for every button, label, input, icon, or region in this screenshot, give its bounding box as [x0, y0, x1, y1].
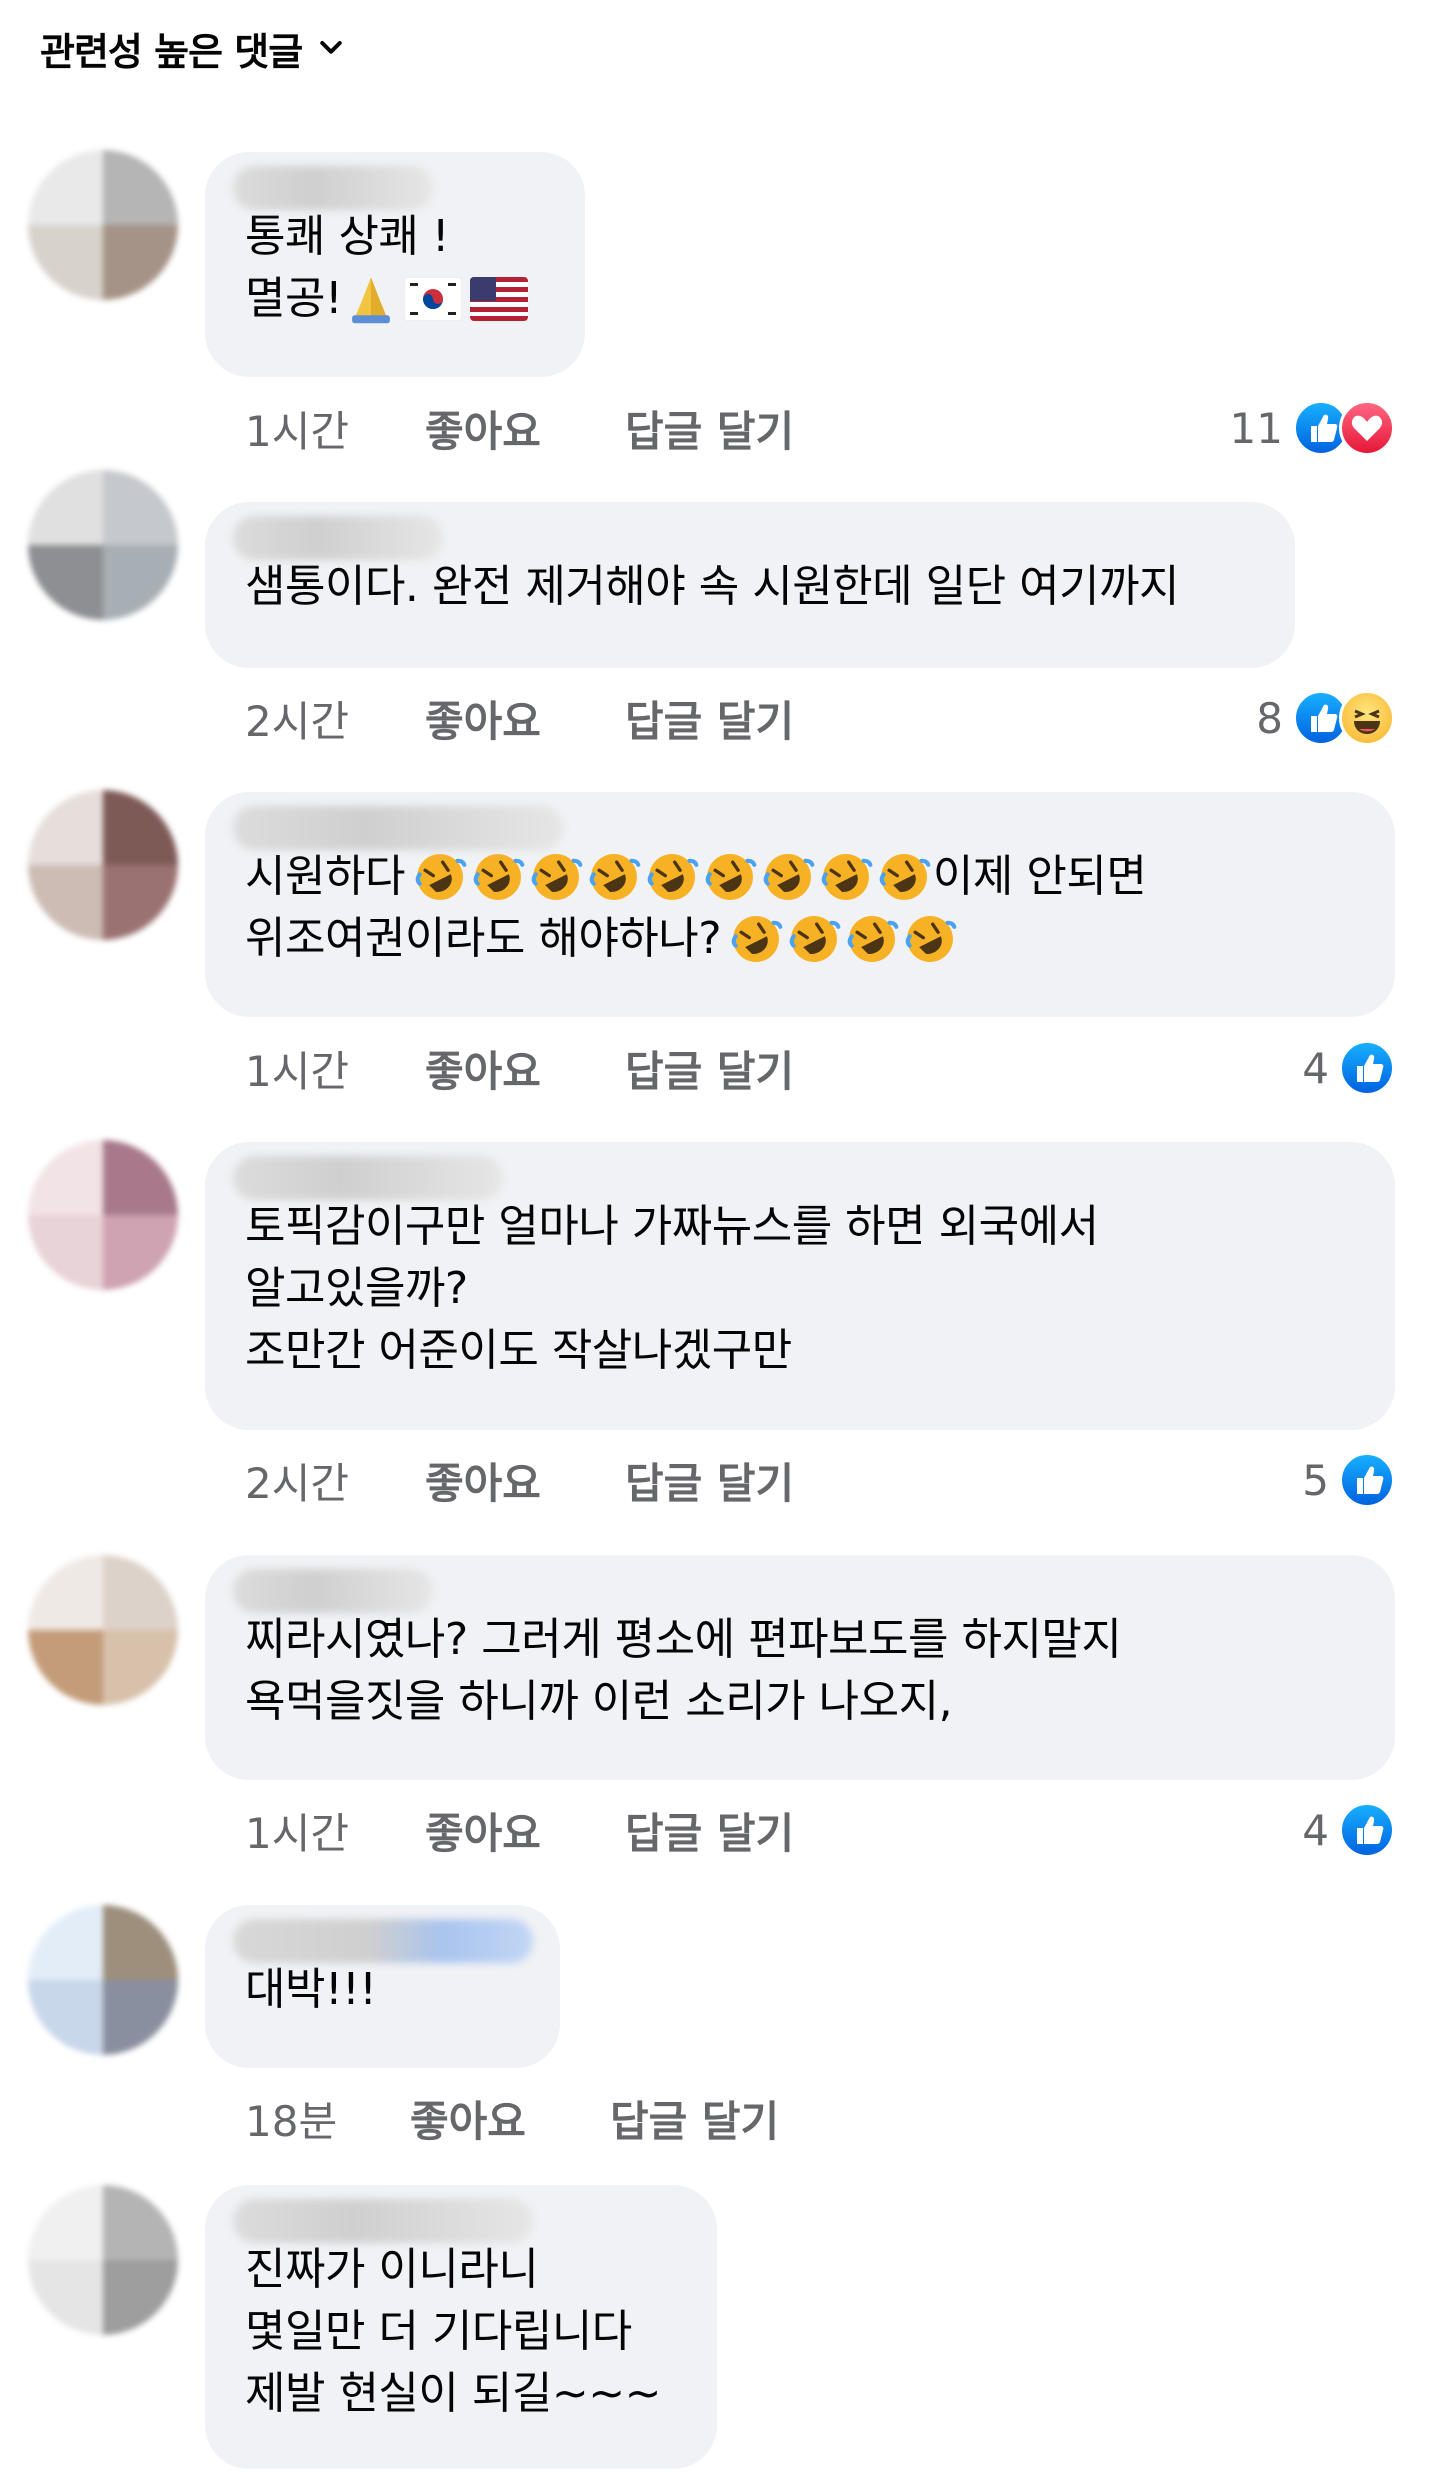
reply-button[interactable]: 답글 달기 — [625, 1450, 794, 1511]
comment-text: 토픽감이구만 얼마나 가짜뉴스를 하면 외국에서 — [245, 1201, 1099, 1252]
comment-timestamp[interactable]: 2시간 — [245, 688, 425, 749]
avatar[interactable] — [28, 1555, 178, 1705]
comment-timestamp[interactable]: 1시간 — [245, 1800, 425, 1861]
reaction-summary[interactable]: 5 — [1302, 1450, 1395, 1510]
comment-text: 알고있을까? — [245, 1263, 468, 1314]
sort-label: 관련성 높은 댓글 — [40, 29, 303, 74]
rolling-laughing-emoji-icon — [879, 854, 931, 900]
reaction-count: 11 — [1229, 403, 1283, 453]
author-name-redacted[interactable] — [233, 806, 563, 850]
sort-dropdown[interactable]: 관련성 높은 댓글 — [40, 18, 346, 78]
like-button[interactable]: 좋아요 — [425, 688, 625, 749]
reply-button[interactable]: 답글 달기 — [625, 398, 794, 459]
reaction-summary[interactable]: 11 — [1230, 398, 1395, 458]
korea-flag-icon — [404, 277, 463, 321]
comment-text: 통쾌 상쾌 ! — [245, 211, 450, 262]
comment-text: 멸공! — [245, 273, 343, 324]
like-button[interactable]: 좋아요 — [425, 398, 625, 459]
comment-timestamp[interactable]: 18분 — [245, 2088, 410, 2149]
rolling-laughing-emoji-icon — [647, 854, 699, 900]
chevron-down-icon — [320, 41, 342, 54]
author-name-redacted[interactable] — [233, 516, 443, 560]
reply-button[interactable]: 답글 달기 — [625, 688, 794, 749]
rolling-laughing-emoji-icon — [473, 854, 525, 900]
comment-bubble: 샘통이다. 완전 제거해야 속 시원한데 일단 여기까지 — [205, 502, 1295, 668]
like-reaction-icon — [1339, 1802, 1395, 1858]
reaction-summary[interactable]: 4 — [1302, 1800, 1395, 1860]
comment-actions: 18분 좋아요 답글 달기 — [245, 2088, 779, 2148]
author-name-redacted[interactable] — [233, 2199, 533, 2243]
haha-reaction-icon — [1339, 690, 1395, 746]
avatar[interactable] — [28, 1140, 178, 1290]
comment-actions: 1시간 좋아요 답글 달기 — [245, 398, 794, 458]
rolling-laughing-emoji-icon — [821, 854, 873, 900]
like-button[interactable]: 좋아요 — [410, 2088, 610, 2149]
avatar[interactable] — [28, 790, 178, 940]
rolling-laughing-emoji-icon — [731, 916, 783, 962]
laughing-emoji-row — [411, 850, 933, 904]
comment-text: 위조여권이라도 해야하나? — [245, 913, 722, 964]
comment-bubble: 토픽감이구만 얼마나 가짜뉴스를 하면 외국에서 알고있을까? 조만간 어준이도… — [205, 1142, 1395, 1430]
rolling-laughing-emoji-icon — [905, 916, 957, 962]
comment-bubble: 진짜가 이니라니 몇일만 더 기다립니다 제발 현실이 되길~~~ — [205, 2185, 717, 2469]
laughing-emoji-row — [727, 912, 959, 966]
comment-text: 조만간 어준이도 작살나겠구만 — [245, 1325, 792, 1376]
comment-timestamp[interactable]: 2시간 — [245, 1450, 425, 1511]
comment-text: 몇일만 더 기다립니다 — [245, 2306, 632, 2357]
reply-button[interactable]: 답글 달기 — [625, 1800, 794, 1861]
like-button[interactable]: 좋아요 — [425, 1038, 625, 1099]
comment-actions: 1시간 좋아요 답글 달기 — [245, 1800, 794, 1860]
folded-hands-emoji-icon — [352, 277, 391, 324]
comment-timestamp[interactable]: 1시간 — [245, 1038, 425, 1099]
rolling-laughing-emoji-icon — [763, 854, 815, 900]
reply-button[interactable]: 답글 달기 — [610, 2088, 779, 2149]
author-name-redacted[interactable] — [233, 1919, 533, 1963]
comment-text: 제발 현실이 되길~~~ — [245, 2368, 661, 2419]
reaction-count: 4 — [1302, 1043, 1329, 1093]
avatar[interactable] — [28, 2185, 178, 2335]
rolling-laughing-emoji-icon — [531, 854, 583, 900]
comment-bubble: 통쾌 상쾌 ! 멸공! — [205, 152, 585, 377]
comment-bubble: 대박!!! — [205, 1905, 560, 2068]
rolling-laughing-emoji-icon — [705, 854, 757, 900]
comment-bubble: 찌라시였나? 그러게 평소에 편파보도를 하지말지 욕먹을짓을 하니까 이런 소… — [205, 1555, 1395, 1780]
avatar[interactable] — [28, 470, 178, 620]
comment-text-line: 멸공! — [245, 268, 541, 330]
reply-button[interactable]: 답글 달기 — [625, 1038, 794, 1099]
like-button[interactable]: 좋아요 — [425, 1450, 625, 1511]
avatar[interactable] — [28, 1905, 178, 2055]
comment-bubble: 시원하다 이제 안되면 위조여권이라도 해야하나? — [205, 792, 1395, 1017]
comment-actions: 2시간 좋아요 답글 달기 — [245, 1450, 794, 1510]
us-flag-icon — [470, 277, 529, 321]
comment-text: 이제 안되면 — [932, 851, 1147, 902]
reaction-count: 5 — [1302, 1455, 1329, 1505]
comment-actions: 2시간 좋아요 답글 달기 — [245, 688, 794, 748]
like-reaction-icon — [1339, 1452, 1395, 1508]
author-name-redacted[interactable] — [233, 166, 433, 210]
comment-text: 찌라시였나? 그러게 평소에 편파보도를 하지말지 — [245, 1614, 1122, 1665]
love-reaction-icon — [1339, 400, 1395, 456]
rolling-laughing-emoji-icon — [847, 916, 899, 962]
author-name-redacted[interactable] — [233, 1569, 433, 1613]
comment-text: 시원하다 — [245, 851, 405, 902]
reaction-summary[interactable]: 8 — [1256, 688, 1395, 748]
rolling-laughing-emoji-icon — [789, 916, 841, 962]
rolling-laughing-emoji-icon — [415, 854, 467, 900]
comment-text: 샘통이다. 완전 제거해야 속 시원한데 일단 여기까지 — [245, 561, 1179, 612]
like-reaction-icon — [1339, 1040, 1395, 1096]
comment-text: 욕먹을짓을 하니까 이런 소리가 나오지, — [245, 1676, 953, 1727]
like-button[interactable]: 좋아요 — [425, 1800, 625, 1861]
comment-timestamp[interactable]: 1시간 — [245, 398, 425, 459]
comment-text-line: 시원하다 이제 안되면 — [245, 846, 1351, 908]
comment-actions: 1시간 좋아요 답글 달기 — [245, 1038, 794, 1098]
comment-text: 대박!!! — [245, 1964, 377, 2015]
rolling-laughing-emoji-icon — [589, 854, 641, 900]
author-name-redacted[interactable] — [233, 1156, 503, 1200]
comment-text-line: 위조여권이라도 해야하나? — [245, 908, 1351, 970]
reaction-count: 8 — [1256, 693, 1283, 743]
reaction-count: 4 — [1302, 1805, 1329, 1855]
comment-text: 진짜가 이니라니 — [245, 2244, 539, 2295]
avatar[interactable] — [28, 150, 178, 300]
reaction-summary[interactable]: 4 — [1302, 1038, 1395, 1098]
